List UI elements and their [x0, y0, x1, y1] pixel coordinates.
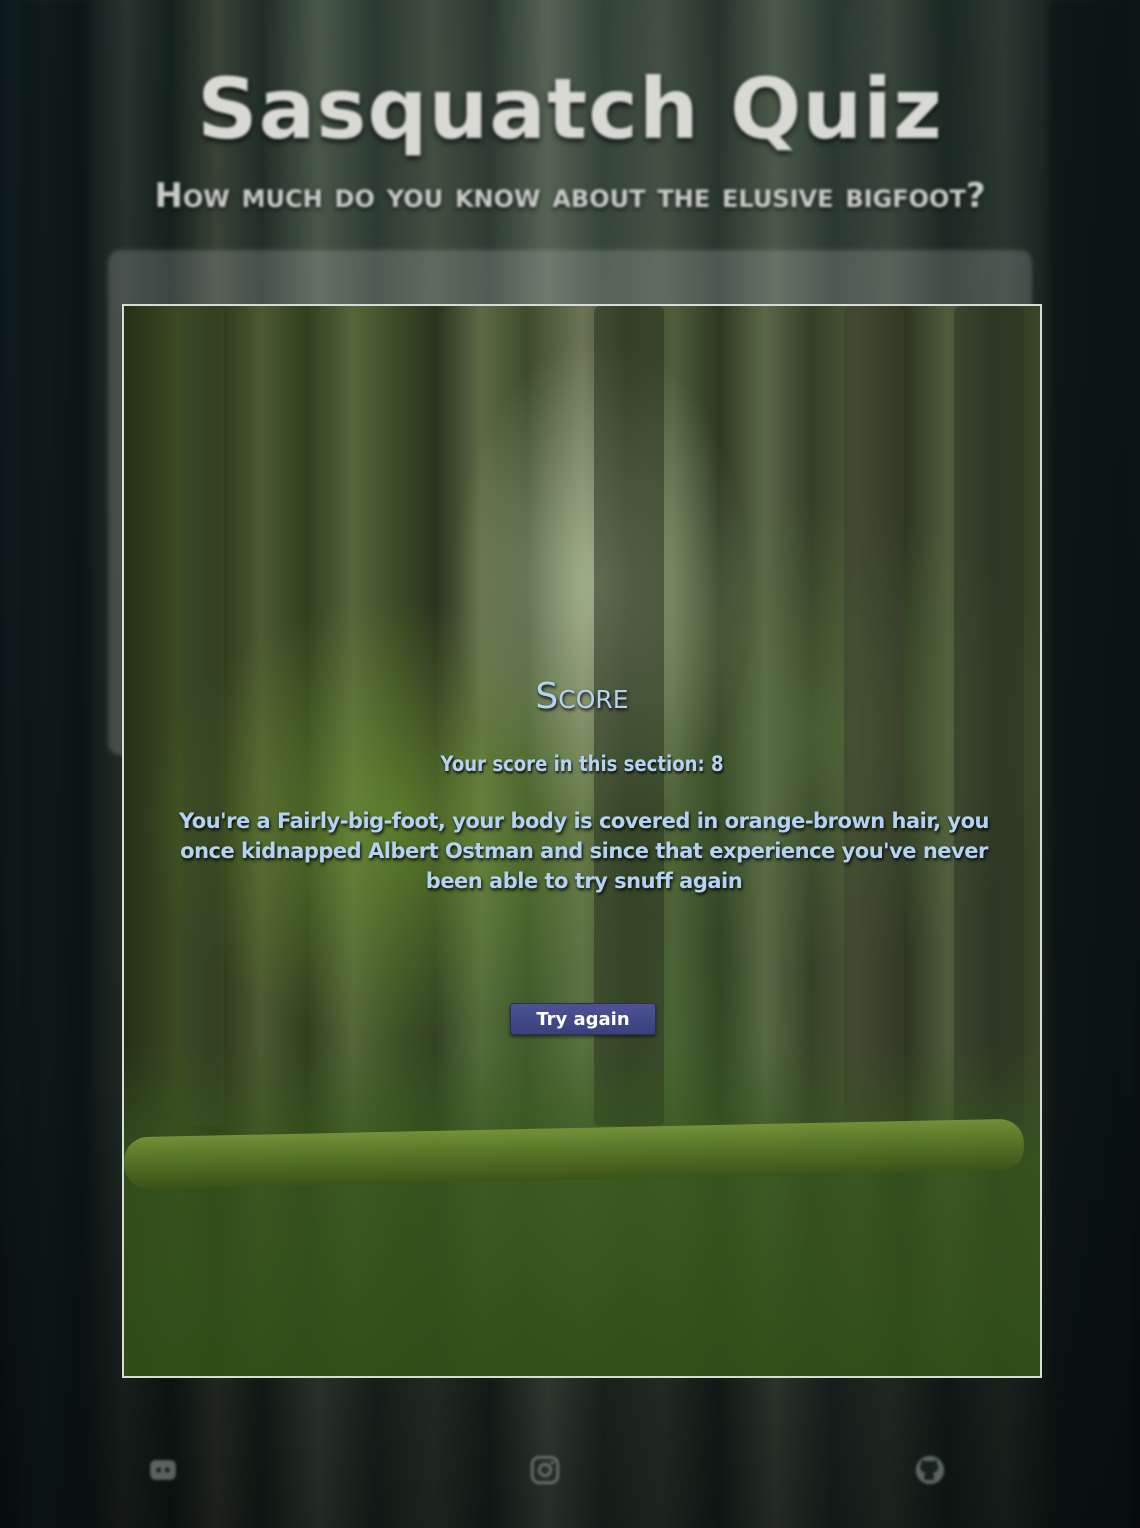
forest-floor — [124, 1046, 1040, 1376]
discord-icon[interactable] — [145, 1452, 181, 1488]
score-verdict-text: You're a Fairly-big-foot, your body is c… — [179, 809, 989, 893]
background-tree-trunk — [1050, 0, 1130, 1528]
try-again-button[interactable]: Try again — [510, 1003, 656, 1035]
score-modal: Score Your score in this section: 8 You'… — [122, 304, 1042, 1378]
page-title: Sasquatch Quiz — [197, 60, 943, 158]
footer-social-links — [0, 1452, 1140, 1492]
score-value-text: Your score in this section: 8 — [440, 752, 724, 776]
score-heading: Score — [535, 676, 629, 717]
page-subtitle: How much do you know about the elusive b… — [154, 176, 986, 216]
instagram-icon[interactable] — [527, 1452, 563, 1488]
background-tree-trunk — [20, 0, 90, 1528]
github-icon[interactable] — [912, 1452, 948, 1488]
